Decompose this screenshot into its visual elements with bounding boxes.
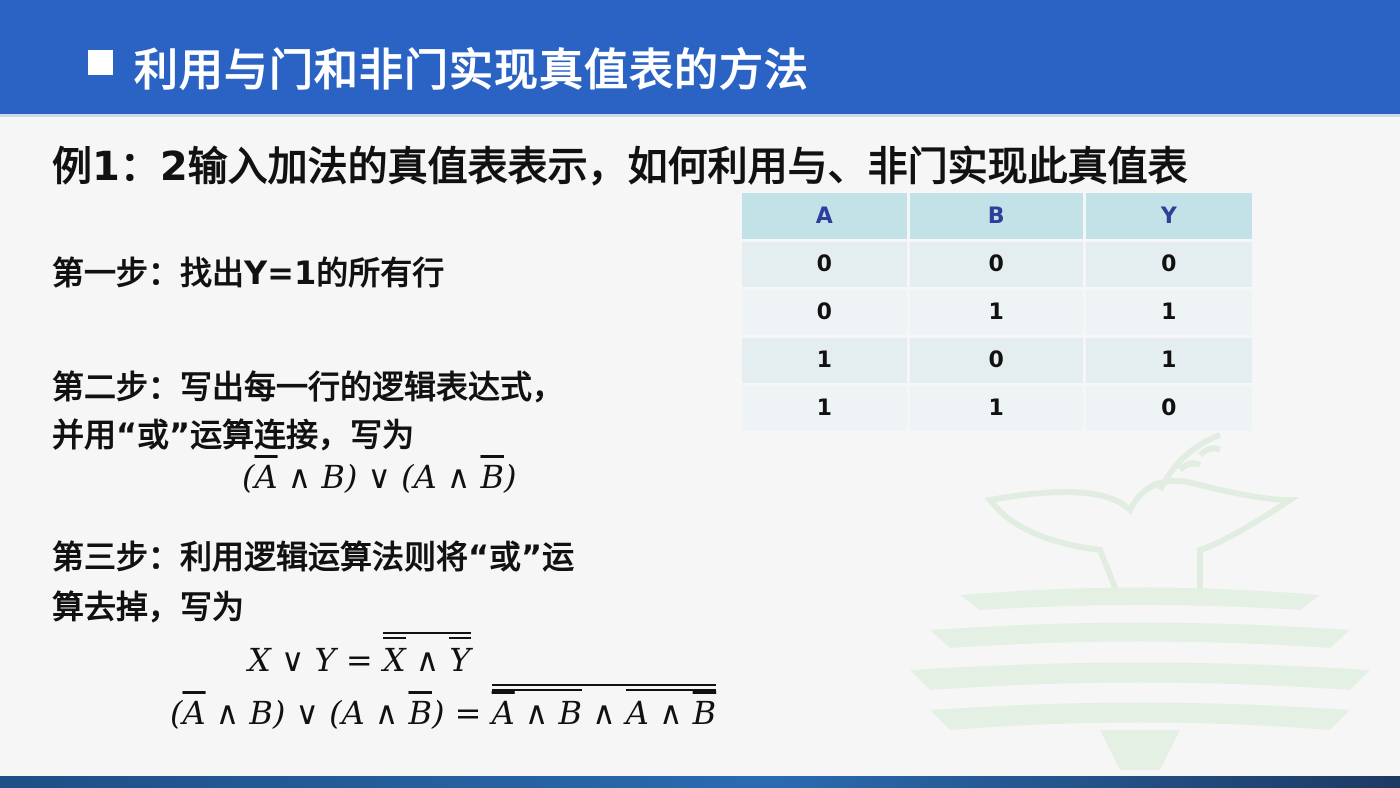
or-expression: (A ∧ B) ∨ (A ∧ B) [242,458,517,496]
square-bullet-icon [88,50,113,75]
table-row: 1 0 1 [742,336,1256,386]
table-cell: 0 [1084,240,1256,290]
step-two-line-1: 第二步：写出每一行的逻辑表达式， [52,368,565,406]
table-cell: 1 [1084,288,1256,338]
slide-header: 利用与门和非门实现真值表的方法 [0,0,1400,117]
column-header: Y [1084,193,1256,242]
table-row: 0 1 1 [742,288,1256,338]
slide-title: 利用与门和非门实现真值表的方法 [134,45,809,96]
table-cell: 0 [742,288,910,338]
table-cell: 1 [742,336,910,386]
table-cell: 0 [908,336,1086,386]
de-morgan-formula: X ∨ Y = X ∧ Y [248,632,471,679]
column-header: A [742,193,910,242]
table-cell: 1 [742,384,910,434]
table-cell: 1 [1084,336,1256,386]
step-one: 第一步：找出Y=1的所有行 [52,254,445,292]
table-cell: 0 [908,240,1086,290]
column-header: B [908,193,1086,242]
footer-bar [0,776,1400,788]
table-cell: 0 [742,240,910,290]
table-cell: 1 [908,288,1086,338]
step-three-line-1: 第三步：利用逻辑运算法则将“或”运 [52,538,575,576]
table-row: 0 0 0 [742,240,1256,290]
dove-watermark-icon [910,432,1370,770]
table-row: 1 1 0 [742,384,1256,434]
step-three-line-2: 算去掉，写为 [52,588,245,626]
table-cell: 1 [908,384,1086,434]
table-header-row: A B Y [742,193,1256,242]
example-statement: 例1：2输入加法的真值表表示，如何利用与、非门实现此真值表 [52,144,1188,190]
table-cell: 0 [1084,384,1256,434]
truth-table: A B Y 0 0 0 0 1 1 1 0 1 1 1 0 [742,193,1256,434]
step-two-line-2: 并用“或”运算连接，写为 [52,416,415,454]
nand-expression: (A ∧ B) ∨ (A ∧ B) = A ∧ B ∧ A ∧ B [170,684,717,732]
